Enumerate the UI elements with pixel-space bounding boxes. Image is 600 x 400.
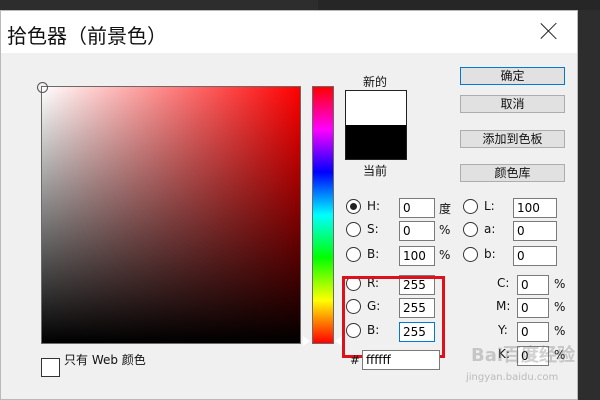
color-field[interactable]: [37, 82, 301, 344]
color-libraries-button[interactable]: 颜色库: [460, 164, 565, 182]
h-unit: 度: [439, 202, 452, 216]
y-label: Y:: [498, 323, 508, 337]
background-top-right: [318, 0, 600, 10]
y-input[interactable]: [517, 322, 549, 342]
color-swatch: [345, 90, 407, 160]
web-colors-only-checkbox[interactable]: [41, 358, 60, 377]
radio-s[interactable]: [346, 222, 361, 237]
l-input[interactable]: [513, 198, 557, 218]
a-input[interactable]: [513, 221, 557, 241]
color-field-cursor[interactable]: [37, 82, 48, 93]
rgb-highlight-box: [342, 276, 445, 358]
s-label: S:: [367, 222, 379, 236]
color-picker-dialog: 拾色器（前景色） 新的 当前 确定 取消 添加到色板 颜色库 H: 度 S: %…: [0, 10, 578, 400]
dialog-title: 拾色器（前景色）: [7, 24, 167, 48]
b-input[interactable]: [399, 246, 435, 266]
title-bar: 拾色器（前景色）: [1, 11, 577, 53]
y-unit: %: [554, 324, 566, 338]
hex-input[interactable]: [362, 350, 440, 370]
watermark-logo: Bai百度经验: [471, 345, 576, 366]
c-unit: %: [554, 277, 566, 291]
radio-l[interactable]: [463, 199, 478, 214]
h-input[interactable]: [399, 198, 435, 218]
lab-b-label: b:: [484, 247, 496, 261]
hue-slider-handle-right-icon[interactable]: [335, 336, 342, 346]
hex-label: #: [350, 353, 361, 367]
c-label: C:: [497, 276, 510, 290]
hue-slider[interactable]: [312, 86, 334, 344]
m-unit: %: [554, 300, 566, 314]
m-label: M:: [496, 299, 511, 313]
watermark-url: jingyan.baidu.com: [466, 372, 559, 383]
b-label: B:: [367, 247, 380, 261]
radio-h[interactable]: [346, 199, 361, 214]
add-to-swatches-button[interactable]: 添加到色板: [460, 130, 565, 148]
l-label: L:: [484, 199, 495, 213]
s-input[interactable]: [399, 221, 435, 241]
lab-b-input[interactable]: [513, 246, 557, 266]
new-color-label: 新的: [363, 75, 388, 89]
ok-button[interactable]: 确定: [460, 67, 565, 85]
current-color-label: 当前: [363, 164, 388, 178]
s-unit: %: [439, 223, 451, 237]
web-colors-only-label: 只有 Web 颜色: [64, 353, 146, 367]
radio-lab-b[interactable]: [463, 247, 478, 262]
cancel-button[interactable]: 取消: [460, 95, 565, 113]
m-input[interactable]: [517, 298, 549, 318]
h-label: H:: [367, 199, 381, 213]
hue-slider-handle-left-icon[interactable]: [303, 336, 310, 346]
a-label: a:: [484, 222, 496, 236]
close-icon[interactable]: [537, 19, 561, 43]
radio-a[interactable]: [463, 222, 478, 237]
c-input[interactable]: [517, 275, 549, 295]
current-color-swatch[interactable]: [346, 125, 406, 159]
new-color-swatch: [346, 91, 406, 125]
b-unit: %: [439, 248, 451, 262]
radio-b[interactable]: [346, 247, 361, 262]
